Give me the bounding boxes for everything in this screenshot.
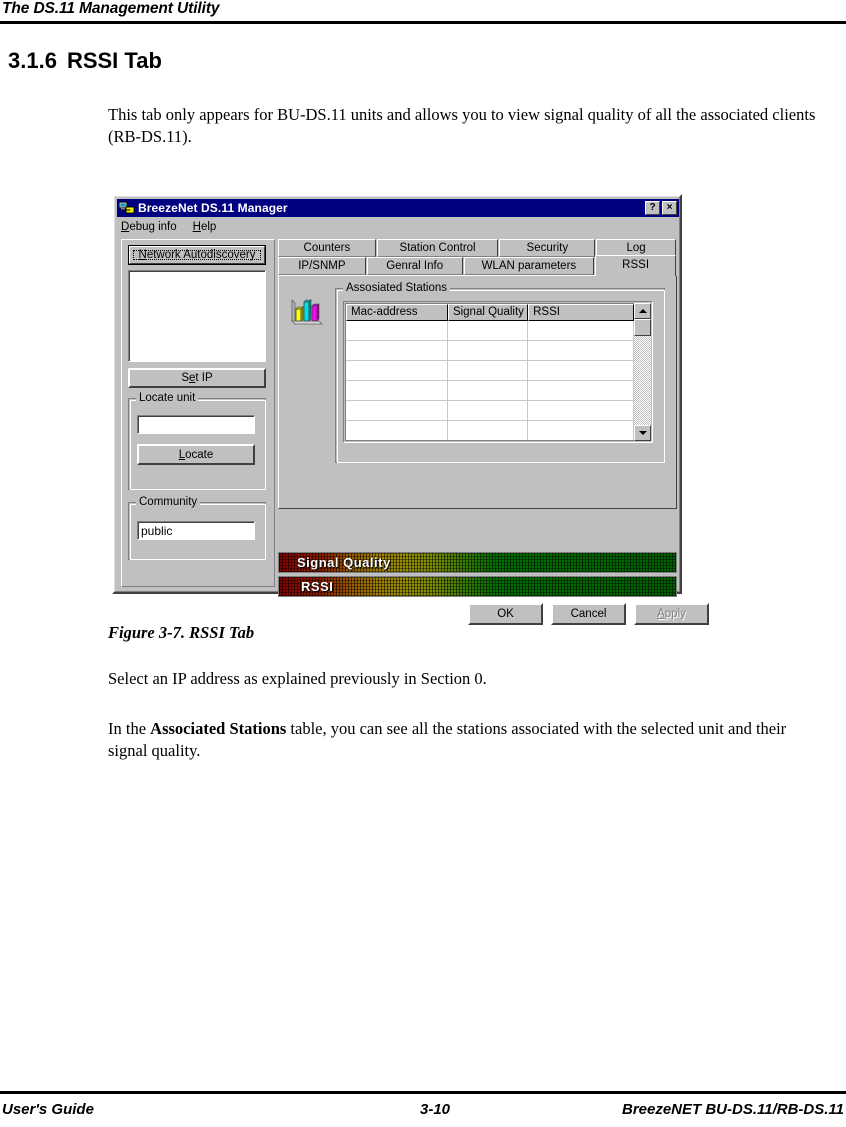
- tab-rssi[interactable]: RSSI: [595, 255, 676, 276]
- scrollbar-track[interactable]: [634, 336, 651, 425]
- cell-mac-address: [346, 401, 448, 421]
- dialog-menubar: Debug info Help: [119, 219, 679, 235]
- scroll-up-icon: [638, 309, 647, 313]
- section-heading: 3.1.6 RSSI Tab: [8, 48, 162, 74]
- footer-page-number: 3-10: [420, 1101, 451, 1118]
- locate-unit-legend: Locate unit: [136, 392, 199, 404]
- cell-mac-address: [346, 381, 448, 401]
- table-vertical-scrollbar[interactable]: [634, 303, 651, 441]
- cell-signal-quality: [447, 421, 529, 440]
- column-header-mac-address[interactable]: Mac-address: [346, 304, 448, 321]
- menu-debug-info[interactable]: Debug info: [119, 220, 183, 234]
- scroll-down-icon: [638, 431, 647, 435]
- assoc-para-bold: Associated Stations: [150, 719, 287, 738]
- signal-quality-bar: Signal Quality: [278, 552, 677, 573]
- close-button[interactable]: ×: [662, 201, 677, 215]
- table-row[interactable]: [346, 401, 634, 421]
- table-header-row: Mac-address Signal Quality RSSI: [346, 304, 634, 321]
- table-row[interactable]: [346, 361, 634, 381]
- cell-rssi: [528, 321, 634, 341]
- footer-right-text: BreezeNET BU-DS.11/RB-DS.11: [621, 1101, 844, 1118]
- rssi-bar: RSSI: [278, 576, 677, 597]
- community-group: Community public: [128, 496, 266, 560]
- rssi-label: RSSI: [301, 579, 334, 594]
- rssi-tab-page: Assosiated Stations Mac-address Signal Q…: [278, 275, 677, 509]
- dialog-inner-frame: BreezeNet DS.11 Manager ? × Debug info H…: [114, 196, 709, 625]
- table-row[interactable]: [346, 341, 634, 361]
- intro-paragraph: This tab only appears for BU-DS.11 units…: [108, 105, 816, 146]
- scroll-up-button[interactable]: [634, 303, 651, 319]
- ok-button[interactable]: OK: [468, 603, 543, 625]
- column-header-signal-quality[interactable]: Signal Quality: [447, 304, 529, 321]
- help-button[interactable]: ?: [645, 201, 660, 215]
- associated-stations-table-wrap: Mac-address Signal Quality RSSI: [343, 301, 653, 443]
- cancel-button[interactable]: Cancel: [551, 603, 626, 625]
- tab-station-control[interactable]: Station Control: [376, 239, 499, 257]
- associated-stations-paragraph: In the Associated Stations table, you ca…: [108, 718, 798, 762]
- apply-button: Apply: [634, 603, 709, 625]
- cell-rssi: [528, 421, 634, 440]
- header-divider-rule: [0, 21, 846, 24]
- assoc-para-pre: In the: [108, 719, 151, 738]
- table-row[interactable]: [346, 321, 634, 341]
- network-autodiscovery-button[interactable]: Network Autodiscovery: [128, 245, 266, 265]
- locate-unit-input[interactable]: [137, 415, 255, 434]
- locate-button[interactable]: Locate: [137, 444, 255, 465]
- cell-mac-address: [346, 321, 448, 341]
- tab-ip-snmp[interactable]: IP/SNMP: [278, 257, 366, 275]
- tab-control: Counters Station Control Security Log IP…: [278, 239, 709, 625]
- locate-label: Locate: [178, 448, 214, 461]
- signal-quality-label: Signal Quality: [297, 555, 391, 570]
- network-computers-icon: [118, 201, 135, 215]
- device-list-box[interactable]: [128, 270, 266, 362]
- cell-rssi: [528, 401, 634, 421]
- cell-signal-quality: [447, 361, 529, 381]
- set-ip-label: Set IP: [181, 372, 213, 384]
- cell-signal-quality: [447, 401, 529, 421]
- bar-chart-icon: [290, 296, 324, 326]
- apply-label: Apply: [657, 608, 686, 620]
- associated-stations-legend: Assosiated Stations: [343, 282, 451, 294]
- cell-rssi: [528, 341, 634, 361]
- section-number: 3.1.6: [8, 48, 57, 73]
- table-row[interactable]: [346, 421, 634, 440]
- menu-help[interactable]: Help: [191, 220, 223, 234]
- cell-mac-address: [346, 421, 448, 440]
- tab-wlan-parameters[interactable]: WLAN parameters: [463, 257, 595, 275]
- cell-signal-quality: [447, 381, 529, 401]
- associated-stations-table[interactable]: Mac-address Signal Quality RSSI: [345, 303, 634, 441]
- community-legend: Community: [136, 496, 201, 508]
- tab-row-bottom: IP/SNMP Genral Info WLAN parameters RSSI: [278, 255, 677, 276]
- figure-caption: Figure 3-7. RSSI Tab: [108, 623, 255, 642]
- cell-rssi: [528, 381, 634, 401]
- associated-stations-group: Assosiated Stations Mac-address Signal Q…: [335, 282, 665, 463]
- cell-signal-quality: [447, 321, 529, 341]
- focus-rectangle: [133, 250, 261, 260]
- rssi-bar-fill: [279, 577, 676, 596]
- select-ip-paragraph: Select an IP address as explained previo…: [108, 669, 487, 688]
- scrollbar-thumb[interactable]: [634, 319, 651, 336]
- section-title: RSSI Tab: [66, 48, 162, 73]
- footer-left-text: User's Guide: [2, 1101, 94, 1118]
- table-row[interactable]: [346, 381, 634, 401]
- footer-divider-rule: [0, 1091, 846, 1094]
- breezenet-manager-dialog: BreezeNet DS.11 Manager ? × Debug info H…: [112, 194, 709, 625]
- left-control-panel: Network Autodiscovery Set IP Locate unit…: [121, 239, 275, 587]
- tab-counters[interactable]: Counters: [278, 239, 376, 257]
- cell-mac-address: [346, 341, 448, 361]
- cell-mac-address: [346, 361, 448, 381]
- running-header-title: The DS.11 Management Utility: [2, 0, 220, 17]
- dialog-title-text: BreezeNet DS.11 Manager: [138, 201, 288, 215]
- cell-rssi: [528, 361, 634, 381]
- dialog-titlebar: BreezeNet DS.11 Manager ? ×: [117, 199, 679, 217]
- column-header-rssi[interactable]: RSSI: [528, 304, 634, 321]
- scroll-down-button[interactable]: [634, 425, 651, 441]
- tab-security[interactable]: Security: [499, 239, 596, 257]
- set-ip-button[interactable]: Set IP: [128, 368, 266, 388]
- locate-unit-group: Locate unit Locate: [128, 392, 266, 490]
- community-input[interactable]: public: [137, 521, 255, 540]
- cell-signal-quality: [447, 341, 529, 361]
- tab-genral-info[interactable]: Genral Info: [366, 257, 463, 275]
- page-header: The DS.11 Management Utility: [0, 0, 846, 36]
